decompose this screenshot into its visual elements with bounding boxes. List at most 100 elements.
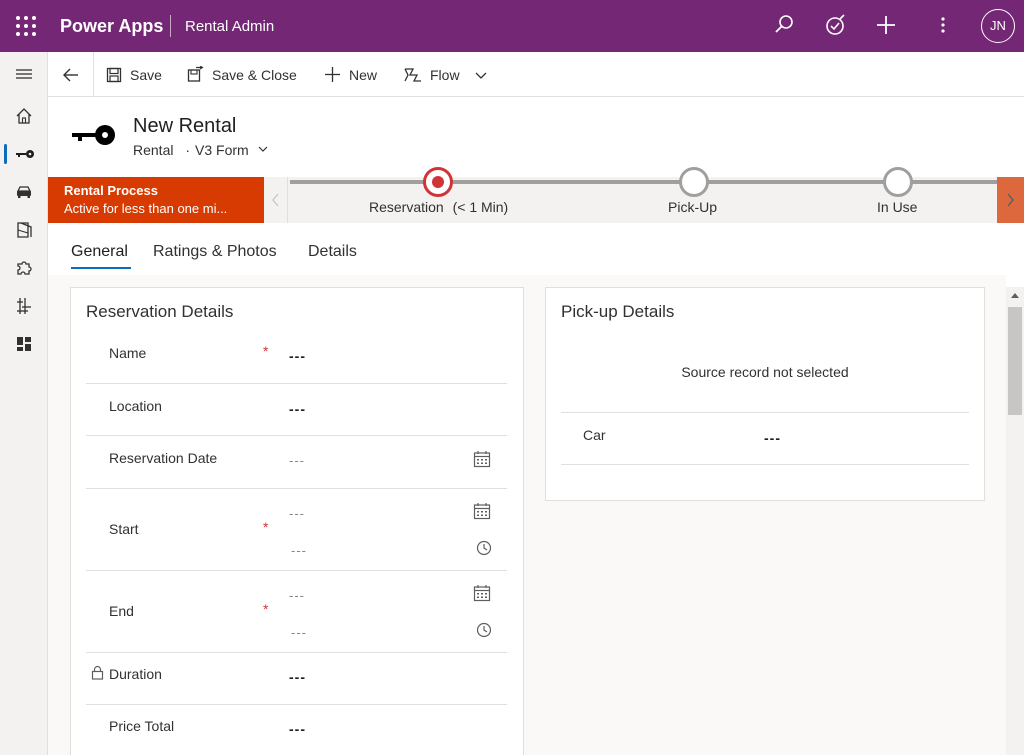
nav-processes[interactable] <box>0 288 48 324</box>
new-button[interactable]: New <box>324 52 377 97</box>
nav-selected-indicator <box>4 144 7 164</box>
field-divider <box>86 435 507 436</box>
location-label: Location <box>109 398 162 414</box>
assistant-icon[interactable] <box>822 12 848 38</box>
chevron-right-icon <box>997 177 1024 223</box>
stage-inuse-label[interactable]: In Use <box>877 199 917 215</box>
flow-label: Flow <box>430 67 460 83</box>
end-time-field[interactable]: --- <box>291 625 307 640</box>
process-icon <box>15 297 33 315</box>
nav-cars[interactable] <box>0 174 48 210</box>
tab-general[interactable]: General <box>71 243 128 261</box>
user-avatar[interactable]: JN <box>981 9 1015 43</box>
tab-details[interactable]: Details <box>308 243 357 261</box>
save-close-button[interactable]: Save & Close <box>187 52 297 97</box>
name-field[interactable]: --- <box>289 348 306 364</box>
end-required-marker: * <box>263 601 268 617</box>
stage-pickup-label[interactable]: Pick-Up <box>668 199 717 215</box>
active-tab-indicator <box>71 267 131 269</box>
stage-reservation-label: Reservation <box>369 199 444 215</box>
flow-button[interactable]: Flow <box>404 52 496 97</box>
entity-label: Rental <box>133 142 173 158</box>
chevron-left-icon <box>264 177 288 223</box>
field-divider <box>561 464 969 465</box>
waffle-icon[interactable] <box>14 14 38 38</box>
left-navigation <box>0 52 48 755</box>
nav-menu[interactable] <box>0 56 48 92</box>
duration-field: --- <box>289 669 306 685</box>
location-field[interactable]: --- <box>289 401 306 417</box>
scrollbar-thumb[interactable] <box>1008 307 1022 415</box>
stage-pickup-indicator[interactable] <box>679 167 709 197</box>
form-scrollbar[interactable] <box>1006 287 1024 755</box>
entity-separator: · <box>185 142 190 158</box>
car-label: Car <box>583 427 606 443</box>
nav-extensions[interactable] <box>0 250 48 286</box>
field-divider <box>86 488 507 489</box>
calendar-icon[interactable] <box>473 502 491 520</box>
start-required-marker: * <box>263 519 268 535</box>
reservation-date-field[interactable]: --- <box>289 453 305 468</box>
save-close-label: Save & Close <box>212 67 297 83</box>
nav-locations[interactable] <box>0 212 48 248</box>
field-divider <box>86 570 507 571</box>
clock-icon[interactable] <box>476 622 492 638</box>
command-separator <box>93 52 94 97</box>
price-total-field[interactable]: --- <box>289 721 306 737</box>
menu-icon <box>15 65 33 83</box>
end-label: End <box>109 603 134 619</box>
lock-icon <box>91 665 104 680</box>
bpf-previous-button[interactable] <box>264 177 288 223</box>
back-button[interactable] <box>62 52 88 97</box>
duration-label: Duration <box>109 666 162 682</box>
nav-dashboards[interactable] <box>0 326 48 362</box>
clock-icon[interactable] <box>476 540 492 556</box>
header-divider <box>170 15 171 37</box>
calendar-icon[interactable] <box>473 584 491 602</box>
add-icon[interactable] <box>873 12 899 38</box>
command-bar: Save Save & Close New Flow <box>48 52 1024 97</box>
app-header: Power Apps Rental Admin JN <box>0 0 1024 52</box>
name-required-marker: * <box>263 343 268 359</box>
reservation-date-label: Reservation Date <box>109 450 217 466</box>
stage-reservation[interactable]: Reservation (< 1 Min) <box>369 199 508 215</box>
nav-home[interactable] <box>0 98 48 134</box>
more-icon[interactable] <box>930 12 956 38</box>
save-button[interactable]: Save <box>106 52 162 97</box>
stage-reservation-indicator[interactable] <box>423 167 453 197</box>
home-icon <box>15 107 33 125</box>
chevron-down-icon <box>257 143 269 155</box>
scroll-up-icon[interactable] <box>1011 293 1019 298</box>
puzzle-icon <box>15 259 33 277</box>
search-icon[interactable] <box>771 12 797 38</box>
flow-icon <box>404 67 422 83</box>
save-close-icon <box>187 66 204 83</box>
field-divider <box>561 412 969 413</box>
car-field[interactable]: --- <box>764 430 781 446</box>
rental-key-icon <box>72 124 118 146</box>
field-divider <box>86 704 507 705</box>
reservation-section-title: Reservation Details <box>86 302 233 322</box>
form-name: V3 Form <box>195 142 249 158</box>
key-icon <box>15 145 35 163</box>
stage-inuse-indicator[interactable] <box>883 167 913 197</box>
environment-name[interactable]: Rental Admin <box>185 18 274 35</box>
start-time-field[interactable]: --- <box>291 543 307 558</box>
start-label: Start <box>109 521 139 537</box>
save-label: Save <box>130 67 162 83</box>
dashboard-icon <box>15 335 33 353</box>
nav-rentals[interactable] <box>0 136 48 172</box>
start-date-field[interactable]: --- <box>289 506 305 521</box>
record-entity-name: Rental · <box>133 142 190 158</box>
bpf-next-button[interactable] <box>997 177 1024 223</box>
chevron-down-icon[interactable] <box>474 68 488 82</box>
tab-ratings-photos[interactable]: Ratings & Photos <box>153 243 277 261</box>
form-selector[interactable]: V3 Form <box>195 142 269 158</box>
end-date-field[interactable]: --- <box>289 588 305 603</box>
plus-icon <box>324 66 341 83</box>
calendar-icon[interactable] <box>473 450 491 468</box>
new-label: New <box>349 67 377 83</box>
app-name[interactable]: Power Apps <box>60 16 163 37</box>
process-flyout-button[interactable]: Rental Process Active for less than one … <box>48 177 264 223</box>
pickup-section-title: Pick-up Details <box>561 302 674 322</box>
